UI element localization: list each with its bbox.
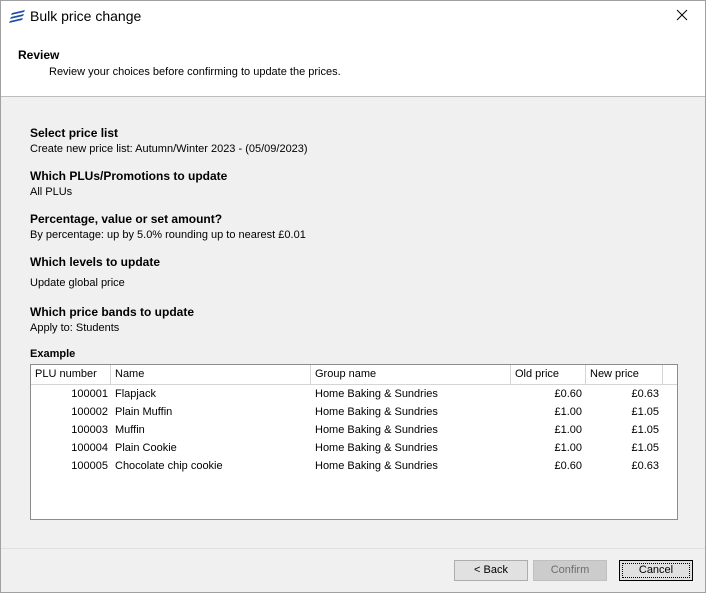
name-cell: Chocolate chip cookie xyxy=(115,460,223,472)
table-row[interactable]: 100001 Flapjack Home Baking & Sundries £… xyxy=(31,385,677,403)
table-row[interactable]: 100002 Plain Muffin Home Baking & Sundri… xyxy=(31,403,677,421)
price-bands-value: Apply to: Students xyxy=(30,322,120,334)
new-price-cell: £1.05 xyxy=(631,442,659,454)
column-header-plu-number[interactable]: PLU number xyxy=(31,365,111,384)
group-name-cell: Home Baking & Sundries xyxy=(315,406,438,418)
close-button[interactable] xyxy=(659,1,705,32)
wizard-header: Review Review your choices before confir… xyxy=(1,32,705,97)
window-title: Bulk price change xyxy=(30,8,142,24)
price-list-value: Create new price list: Autumn/Winter 202… xyxy=(30,143,308,155)
example-grid[interactable]: PLU number Name Group name Old price New… xyxy=(30,364,678,520)
name-cell: Muffin xyxy=(115,424,145,436)
name-cell: Flapjack xyxy=(115,388,156,400)
back-button[interactable]: < Back xyxy=(454,560,528,581)
table-row[interactable]: 100004 Plain Cookie Home Baking & Sundri… xyxy=(31,439,677,457)
price-bands-heading: Which price bands to update xyxy=(30,305,195,319)
percentage-value: By percentage: up by 5.0% rounding up to… xyxy=(30,229,306,241)
new-price-cell: £0.63 xyxy=(631,460,659,472)
table-row[interactable]: 100005 Chocolate chip cookie Home Baking… xyxy=(31,457,677,475)
focus-ring xyxy=(622,563,690,578)
old-price-cell: £1.00 xyxy=(554,424,582,436)
name-cell: Plain Cookie xyxy=(115,442,177,454)
column-header-name[interactable]: Name xyxy=(111,365,311,384)
step-title: Review xyxy=(18,48,60,62)
close-icon xyxy=(676,9,688,24)
column-header-old-price[interactable]: Old price xyxy=(511,365,586,384)
plu-number-cell: 100002 xyxy=(71,406,108,418)
new-price-cell: £1.05 xyxy=(631,406,659,418)
grid-header: PLU number Name Group name Old price New… xyxy=(31,365,677,385)
title-bar[interactable]: Bulk price change xyxy=(1,1,705,32)
table-row[interactable]: 100003 Muffin Home Baking & Sundries £1.… xyxy=(31,421,677,439)
plu-number-cell: 100004 xyxy=(71,442,108,454)
group-name-cell: Home Baking & Sundries xyxy=(315,388,438,400)
group-name-cell: Home Baking & Sundries xyxy=(315,460,438,472)
confirm-button[interactable]: Confirm xyxy=(533,560,607,581)
column-header-new-price[interactable]: New price xyxy=(586,365,663,384)
bulk-price-change-dialog: Bulk price change Review Review your cho… xyxy=(0,0,706,593)
grid-body: 100001 Flapjack Home Baking & Sundries £… xyxy=(31,385,677,475)
old-price-cell: £1.00 xyxy=(554,442,582,454)
group-name-cell: Home Baking & Sundries xyxy=(315,424,438,436)
example-heading: Example xyxy=(30,348,76,360)
plu-number-cell: 100003 xyxy=(71,424,108,436)
plus-value: All PLUs xyxy=(30,186,73,198)
plus-heading: Which PLUs/Promotions to update xyxy=(30,169,228,183)
plu-number-cell: 100005 xyxy=(71,460,108,472)
levels-heading: Which levels to update xyxy=(30,255,161,269)
new-price-cell: £0.63 xyxy=(631,388,659,400)
column-header-group-name[interactable]: Group name xyxy=(311,365,511,384)
levels-value: Update global price xyxy=(30,277,125,289)
price-list-heading: Select price list xyxy=(30,126,119,140)
footer-divider xyxy=(1,548,705,549)
percentage-heading: Percentage, value or set amount? xyxy=(30,212,223,226)
name-cell: Plain Muffin xyxy=(115,406,173,418)
new-price-cell: £1.05 xyxy=(631,424,659,436)
plu-number-cell: 100001 xyxy=(71,388,108,400)
step-subtitle: Review your choices before confirming to… xyxy=(49,66,341,78)
old-price-cell: £0.60 xyxy=(554,388,582,400)
column-header-filler xyxy=(663,365,677,384)
group-name-cell: Home Baking & Sundries xyxy=(315,442,438,454)
old-price-cell: £1.00 xyxy=(554,406,582,418)
cancel-button[interactable]: Cancel xyxy=(619,560,693,581)
old-price-cell: £0.60 xyxy=(554,460,582,472)
app-logo-icon xyxy=(9,9,27,25)
